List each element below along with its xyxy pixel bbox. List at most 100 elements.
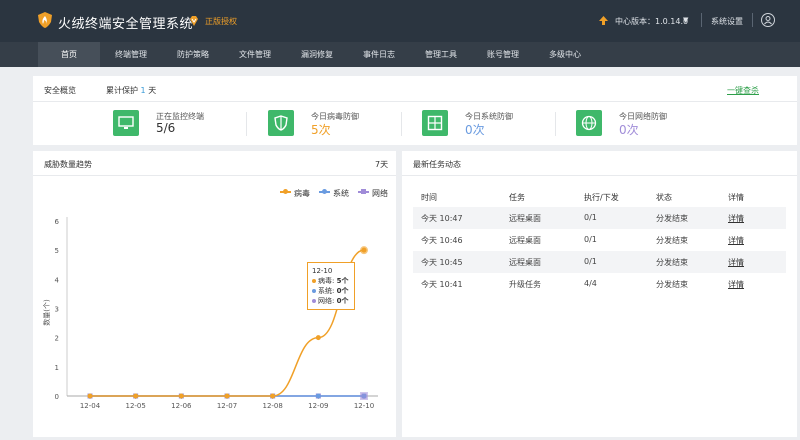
monitor-icon — [113, 110, 139, 136]
stat-value: 0次 — [465, 123, 485, 137]
y-tick-label: 1 — [55, 364, 59, 372]
nav-item-accounts[interactable]: 账号管理 — [472, 42, 534, 67]
nav-item-vuln[interactable]: 漏洞修复 — [286, 42, 348, 67]
data-point — [133, 393, 139, 399]
threat-range[interactable]: 7天 — [375, 159, 388, 170]
tasks-title: 最新任务动态 — [413, 160, 461, 169]
nav-item-endpoints[interactable]: 终端管理 — [100, 42, 162, 67]
app-title: 火绒终端安全管理系统 — [58, 17, 194, 32]
top-header: 火绒终端安全管理系统 正版授权 中心版本：1.0.14.0 ▼ 系统设置 — [0, 0, 800, 42]
nav-item-multicenter[interactable]: 多级中心 — [534, 42, 596, 67]
system-settings-link[interactable]: 系统设置 — [711, 16, 743, 27]
stat-value: 5/6 — [156, 121, 176, 135]
detail-link[interactable]: 详情 — [728, 279, 744, 290]
data-point — [315, 393, 321, 399]
overview-divider — [33, 101, 797, 102]
panel-divider — [33, 175, 396, 176]
accumulated-protection: 累计保护 1 天 — [106, 86, 157, 95]
cell-task: 远程桌面 — [509, 214, 541, 223]
column-header-status: 状态 — [656, 193, 672, 202]
cell-exec: 0/1 — [584, 235, 597, 244]
tooltip-row: 系统: 0个 — [312, 286, 350, 296]
nav-item-policy[interactable]: 防护策略 — [162, 42, 224, 67]
cell-time: 今天 10:45 — [421, 258, 463, 267]
y-tick-label: 5 — [55, 247, 59, 255]
data-point — [270, 393, 276, 399]
overview-title: 安全概览 — [44, 86, 76, 95]
tooltip-row: 网络: 0个 — [312, 296, 350, 306]
legend-virus[interactable]: 病毒 — [294, 188, 310, 199]
x-tick-label: 12-09 — [308, 402, 328, 410]
nav-item-tools[interactable]: 管理工具 — [410, 42, 472, 67]
license-label[interactable]: 正版授权 — [205, 16, 237, 27]
huorong-logo-icon — [38, 12, 52, 28]
license-badge-icon — [190, 16, 198, 26]
y-tick-label: 2 — [55, 335, 59, 343]
column-header-detail: 详情 — [728, 193, 744, 202]
windows-icon — [422, 110, 448, 136]
globe-icon — [576, 110, 602, 136]
column-header-exec: 执行/下发 — [584, 193, 619, 202]
stat-value: 5次 — [311, 123, 331, 137]
tooltip-date: 12-10 — [312, 267, 333, 275]
cell-task: 远程桌面 — [509, 236, 541, 245]
table-row: 今天 10:45 远程桌面 0/1 分发结束 详情 — [413, 251, 786, 273]
header-divider — [752, 13, 753, 27]
cell-time: 今天 10:46 — [421, 236, 463, 245]
data-point — [315, 335, 321, 341]
column-header-time: 时间 — [421, 193, 437, 202]
legend-dot-system — [322, 189, 327, 194]
y-tick-label: 0 — [55, 393, 59, 401]
cell-time: 今天 10:47 — [421, 214, 463, 223]
threat-trend-chart: 0 1 2 3 4 5 6 数量(个) 12-04 12-05 12-06 12-07 12-08 12-… — [42, 217, 378, 410]
threat-trend-title: 威胁数量趋势 — [44, 160, 92, 169]
cell-exec: 0/1 — [584, 213, 597, 222]
legend-dot-network — [361, 189, 366, 194]
chevron-down-icon[interactable]: ▼ — [683, 16, 688, 24]
legend-system[interactable]: 系统 — [333, 188, 349, 199]
table-row: 今天 10:41 升级任务 4/4 分发结束 详情 — [413, 273, 786, 295]
cell-exec: 4/4 — [584, 279, 597, 288]
y-axis-label: 数量(个) — [42, 299, 51, 326]
y-tick-label: 6 — [55, 218, 60, 226]
stat-divider — [555, 112, 556, 136]
x-tick-label: 12-08 — [262, 402, 282, 410]
stat-value: 0次 — [619, 123, 639, 137]
table-row: 今天 10:47 远程桌面 0/1 分发结束 详情 — [413, 207, 786, 229]
cell-status: 分发结束 — [656, 258, 688, 267]
stat-divider — [401, 112, 402, 136]
stat-divider — [246, 112, 247, 136]
detail-link[interactable]: 详情 — [728, 257, 744, 268]
table-row: 今天 10:46 远程桌面 0/1 分发结束 详情 — [413, 229, 786, 251]
panel-divider — [402, 175, 797, 176]
tooltip-row: 病毒: 5个 — [312, 276, 350, 286]
cell-status: 分发结束 — [656, 280, 688, 289]
nav-item-files[interactable]: 文件管理 — [224, 42, 286, 67]
legend-network[interactable]: 网络 — [372, 188, 388, 199]
detail-link[interactable]: 详情 — [728, 235, 744, 246]
nav-item-home[interactable]: 首页 — [38, 42, 100, 67]
header-divider — [701, 13, 702, 27]
cell-status: 分发结束 — [656, 236, 688, 245]
y-tick-label: 3 — [55, 306, 59, 314]
detail-link[interactable]: 详情 — [728, 213, 744, 224]
legend-dot-virus — [283, 189, 288, 194]
highlight-point — [360, 392, 368, 400]
upload-icon — [599, 16, 608, 25]
version-label[interactable]: 中心版本：1.0.14.0 — [615, 16, 688, 27]
column-header-task: 任务 — [509, 193, 525, 202]
cell-task: 远程桌面 — [509, 258, 541, 267]
y-tick-label: 4 — [55, 276, 60, 284]
nav-item-logs[interactable]: 事件日志 — [348, 42, 410, 67]
x-tick-label: 12-10 — [354, 402, 374, 410]
cell-status: 分发结束 — [656, 214, 688, 223]
cell-task: 升级任务 — [509, 280, 541, 289]
data-point — [224, 393, 230, 399]
x-tick-label: 12-07 — [217, 402, 237, 410]
highlight-point — [360, 246, 368, 255]
cell-time: 今天 10:41 — [421, 280, 463, 289]
x-tick-label: 12-06 — [171, 402, 192, 410]
user-avatar-icon[interactable] — [761, 13, 775, 27]
quick-scan-link[interactable]: 一键查杀 — [727, 85, 759, 96]
shield-icon — [268, 110, 294, 136]
